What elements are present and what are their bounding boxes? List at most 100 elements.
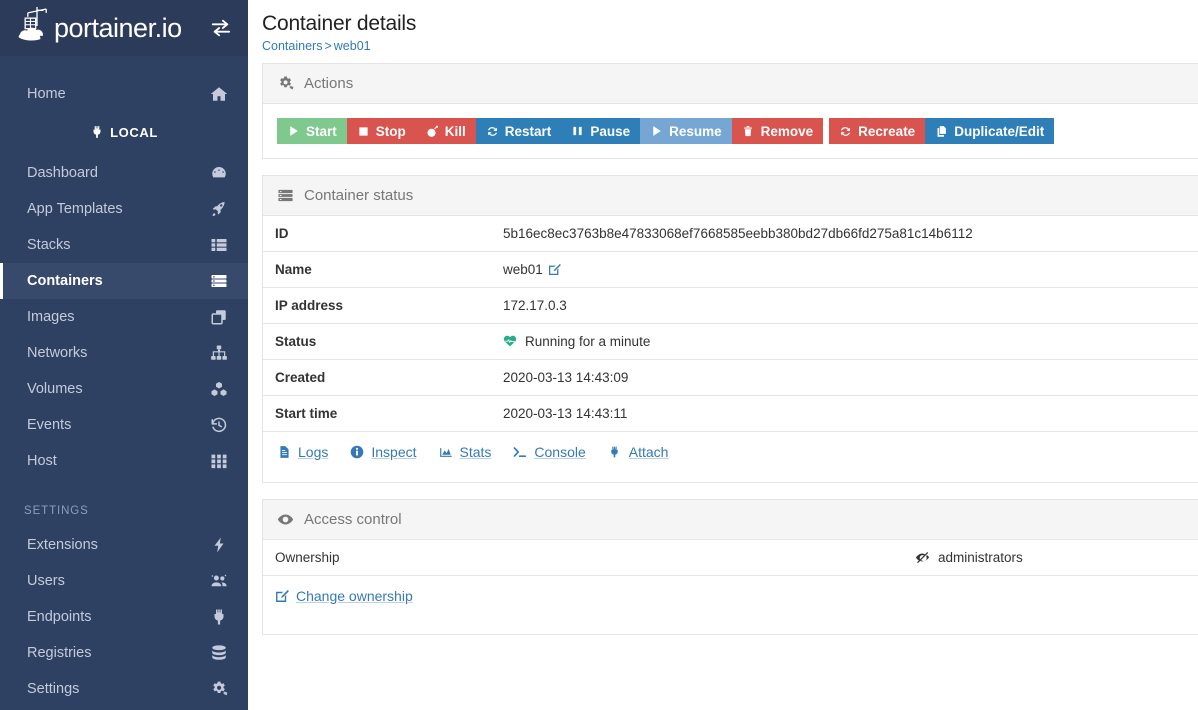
cubes-icon: [210, 380, 228, 398]
row-value-id: 5b16ec8ec3763b8e47833068ef7668585eebb380…: [503, 226, 973, 241]
button-label: Recreate: [858, 123, 916, 139]
exchange-arrows-icon[interactable]: [210, 17, 232, 39]
sidebar-item-label: Settings: [27, 681, 80, 697]
start-button[interactable]: Start: [277, 118, 347, 144]
clone-icon: [210, 308, 228, 326]
change-ownership-link[interactable]: Change ownership: [275, 588, 413, 604]
sidebar-item-label: Home: [27, 86, 66, 102]
sidebar-item-label: Events: [27, 417, 72, 433]
remove-button[interactable]: Remove: [731, 118, 824, 144]
sidebar-item-label: Volumes: [27, 381, 83, 397]
sidebar-item-label: Containers: [27, 273, 103, 289]
access-control-panel: Access control Ownership administrators: [262, 499, 1198, 635]
inspect-link[interactable]: Inspect: [350, 444, 417, 460]
duplicate-edit-button[interactable]: Duplicate/Edit: [925, 118, 1055, 144]
th-grid-icon: [210, 452, 228, 470]
users-icon: [210, 572, 228, 590]
chart-area-icon: [439, 445, 453, 459]
row-value-name-cell: web01: [491, 251, 1198, 288]
container-status-table: ID 5b16ec8ec3763b8e47833068ef7668585eebb…: [263, 216, 1198, 431]
row-value-start-time: 2020-03-13 14:43:11: [491, 395, 1198, 431]
sync-icon: [486, 125, 499, 138]
sidebar-section-settings: Settings: [24, 505, 89, 517]
row-value-status-cell: Running for a minute: [491, 323, 1198, 360]
list-icon: [210, 236, 228, 254]
kill-button[interactable]: Kill: [415, 118, 476, 144]
sidebar-item-networks[interactable]: Networks: [0, 335, 248, 371]
container-action-links: Logs Inspect Stats Console Attach: [263, 431, 1198, 482]
sidebar-item-label: Host: [27, 453, 57, 469]
sidebar-item-label: Networks: [27, 345, 88, 361]
plug-icon: [608, 445, 622, 459]
sidebar-logo-bar: portainer.io: [0, 0, 248, 56]
eye-icon: [277, 511, 294, 528]
sidebar-item-home[interactable]: Home: [0, 76, 248, 112]
stop-button[interactable]: Stop: [346, 118, 416, 144]
breadcrumb: Containers > web01: [262, 39, 1198, 53]
table-row: Name web01: [263, 251, 1198, 288]
resume-button[interactable]: Resume: [640, 118, 732, 144]
link-label: Console: [534, 444, 586, 460]
access-control-panel-title: Access control: [304, 511, 402, 528]
actions-panel-title: Actions: [304, 75, 354, 92]
sitemap-icon: [210, 344, 228, 362]
row-label-created: Created: [263, 359, 491, 396]
sidebar-item-label: Dashboard: [27, 165, 98, 181]
actions-panel-header: Actions: [263, 64, 1198, 104]
history-icon: [210, 416, 228, 434]
breadcrumb-current[interactable]: web01: [334, 39, 371, 53]
sidebar-item-endpoints[interactable]: Endpoints: [0, 599, 248, 635]
sidebar-logo-text: portainer.io: [54, 12, 182, 43]
sidebar-item-events[interactable]: Events: [0, 407, 248, 443]
sidebar-item-containers[interactable]: Containers: [0, 263, 248, 299]
row-value-name: web01: [503, 262, 543, 277]
ownership-value-cell: administrators: [915, 550, 1023, 565]
pause-button[interactable]: Pause: [561, 118, 641, 144]
button-label: Resume: [669, 123, 722, 139]
pause-icon: [571, 125, 584, 138]
play-icon: [650, 125, 663, 138]
row-value-created: 2020-03-13 14:43:09: [491, 359, 1198, 396]
attach-link[interactable]: Attach: [608, 444, 668, 460]
container-status-panel: Container status ID 5b16ec8ec3763b8e4783…: [262, 175, 1198, 483]
trash-icon: [742, 125, 755, 138]
sidebar-item-extensions[interactable]: Extensions: [0, 527, 248, 563]
recreate-button[interactable]: Recreate: [829, 118, 926, 144]
sidebar-item-users[interactable]: Users: [0, 563, 248, 599]
sidebar-item-label: Stacks: [27, 237, 71, 253]
sidebar-item-label: Registries: [27, 645, 92, 661]
link-label: Inspect: [371, 444, 417, 460]
sidebar-item-label: Endpoints: [27, 609, 92, 625]
rocket-icon: [210, 200, 228, 218]
console-link[interactable]: Console: [513, 444, 586, 460]
sidebar-item-stacks[interactable]: Stacks: [0, 227, 248, 263]
sidebar-item-settings[interactable]: Settings: [0, 671, 248, 707]
sidebar-item-app-templates[interactable]: App Templates: [0, 191, 248, 227]
panels-container: Actions Start Stop Kill Restart Pause Re…: [248, 63, 1198, 635]
table-row: ID 5b16ec8ec3763b8e47833068ef7668585eebb…: [263, 216, 1198, 252]
change-ownership-row: Change ownership: [263, 576, 1198, 634]
file-text-icon: [277, 445, 291, 459]
table-row: IP address 172.17.0.3: [263, 287, 1198, 324]
endpoint-local-label: LOCAL: [110, 124, 158, 140]
breadcrumb-separator: >: [324, 39, 332, 53]
sidebar-item-label: Images: [27, 309, 75, 325]
breadcrumb-containers-link[interactable]: Containers: [262, 39, 322, 53]
table-row: Created 2020-03-13 14:43:09: [263, 359, 1198, 396]
sidebar-item-volumes[interactable]: Volumes: [0, 371, 248, 407]
sidebar-item-registries[interactable]: Registries: [0, 635, 248, 671]
tachometer-icon: [210, 164, 228, 182]
sidebar-item-images[interactable]: Images: [0, 299, 248, 335]
sidebar-item-host[interactable]: Host: [0, 443, 248, 479]
edit-pencil-icon[interactable]: [548, 263, 561, 276]
sidebar-item-dashboard[interactable]: Dashboard: [0, 155, 248, 191]
portainer-whale-crane-logo: [16, 6, 58, 50]
logs-link[interactable]: Logs: [277, 444, 328, 460]
restart-button[interactable]: Restart: [475, 118, 562, 144]
portainer-app: portainer.io Home LOCAL Dashboard App Te…: [0, 0, 1198, 710]
database-icon: [210, 644, 228, 662]
sidebar-item-label: App Templates: [27, 201, 123, 217]
server-stack-icon: [210, 272, 228, 290]
sidebar: portainer.io Home LOCAL Dashboard App Te…: [0, 0, 248, 710]
stats-link[interactable]: Stats: [439, 444, 491, 460]
